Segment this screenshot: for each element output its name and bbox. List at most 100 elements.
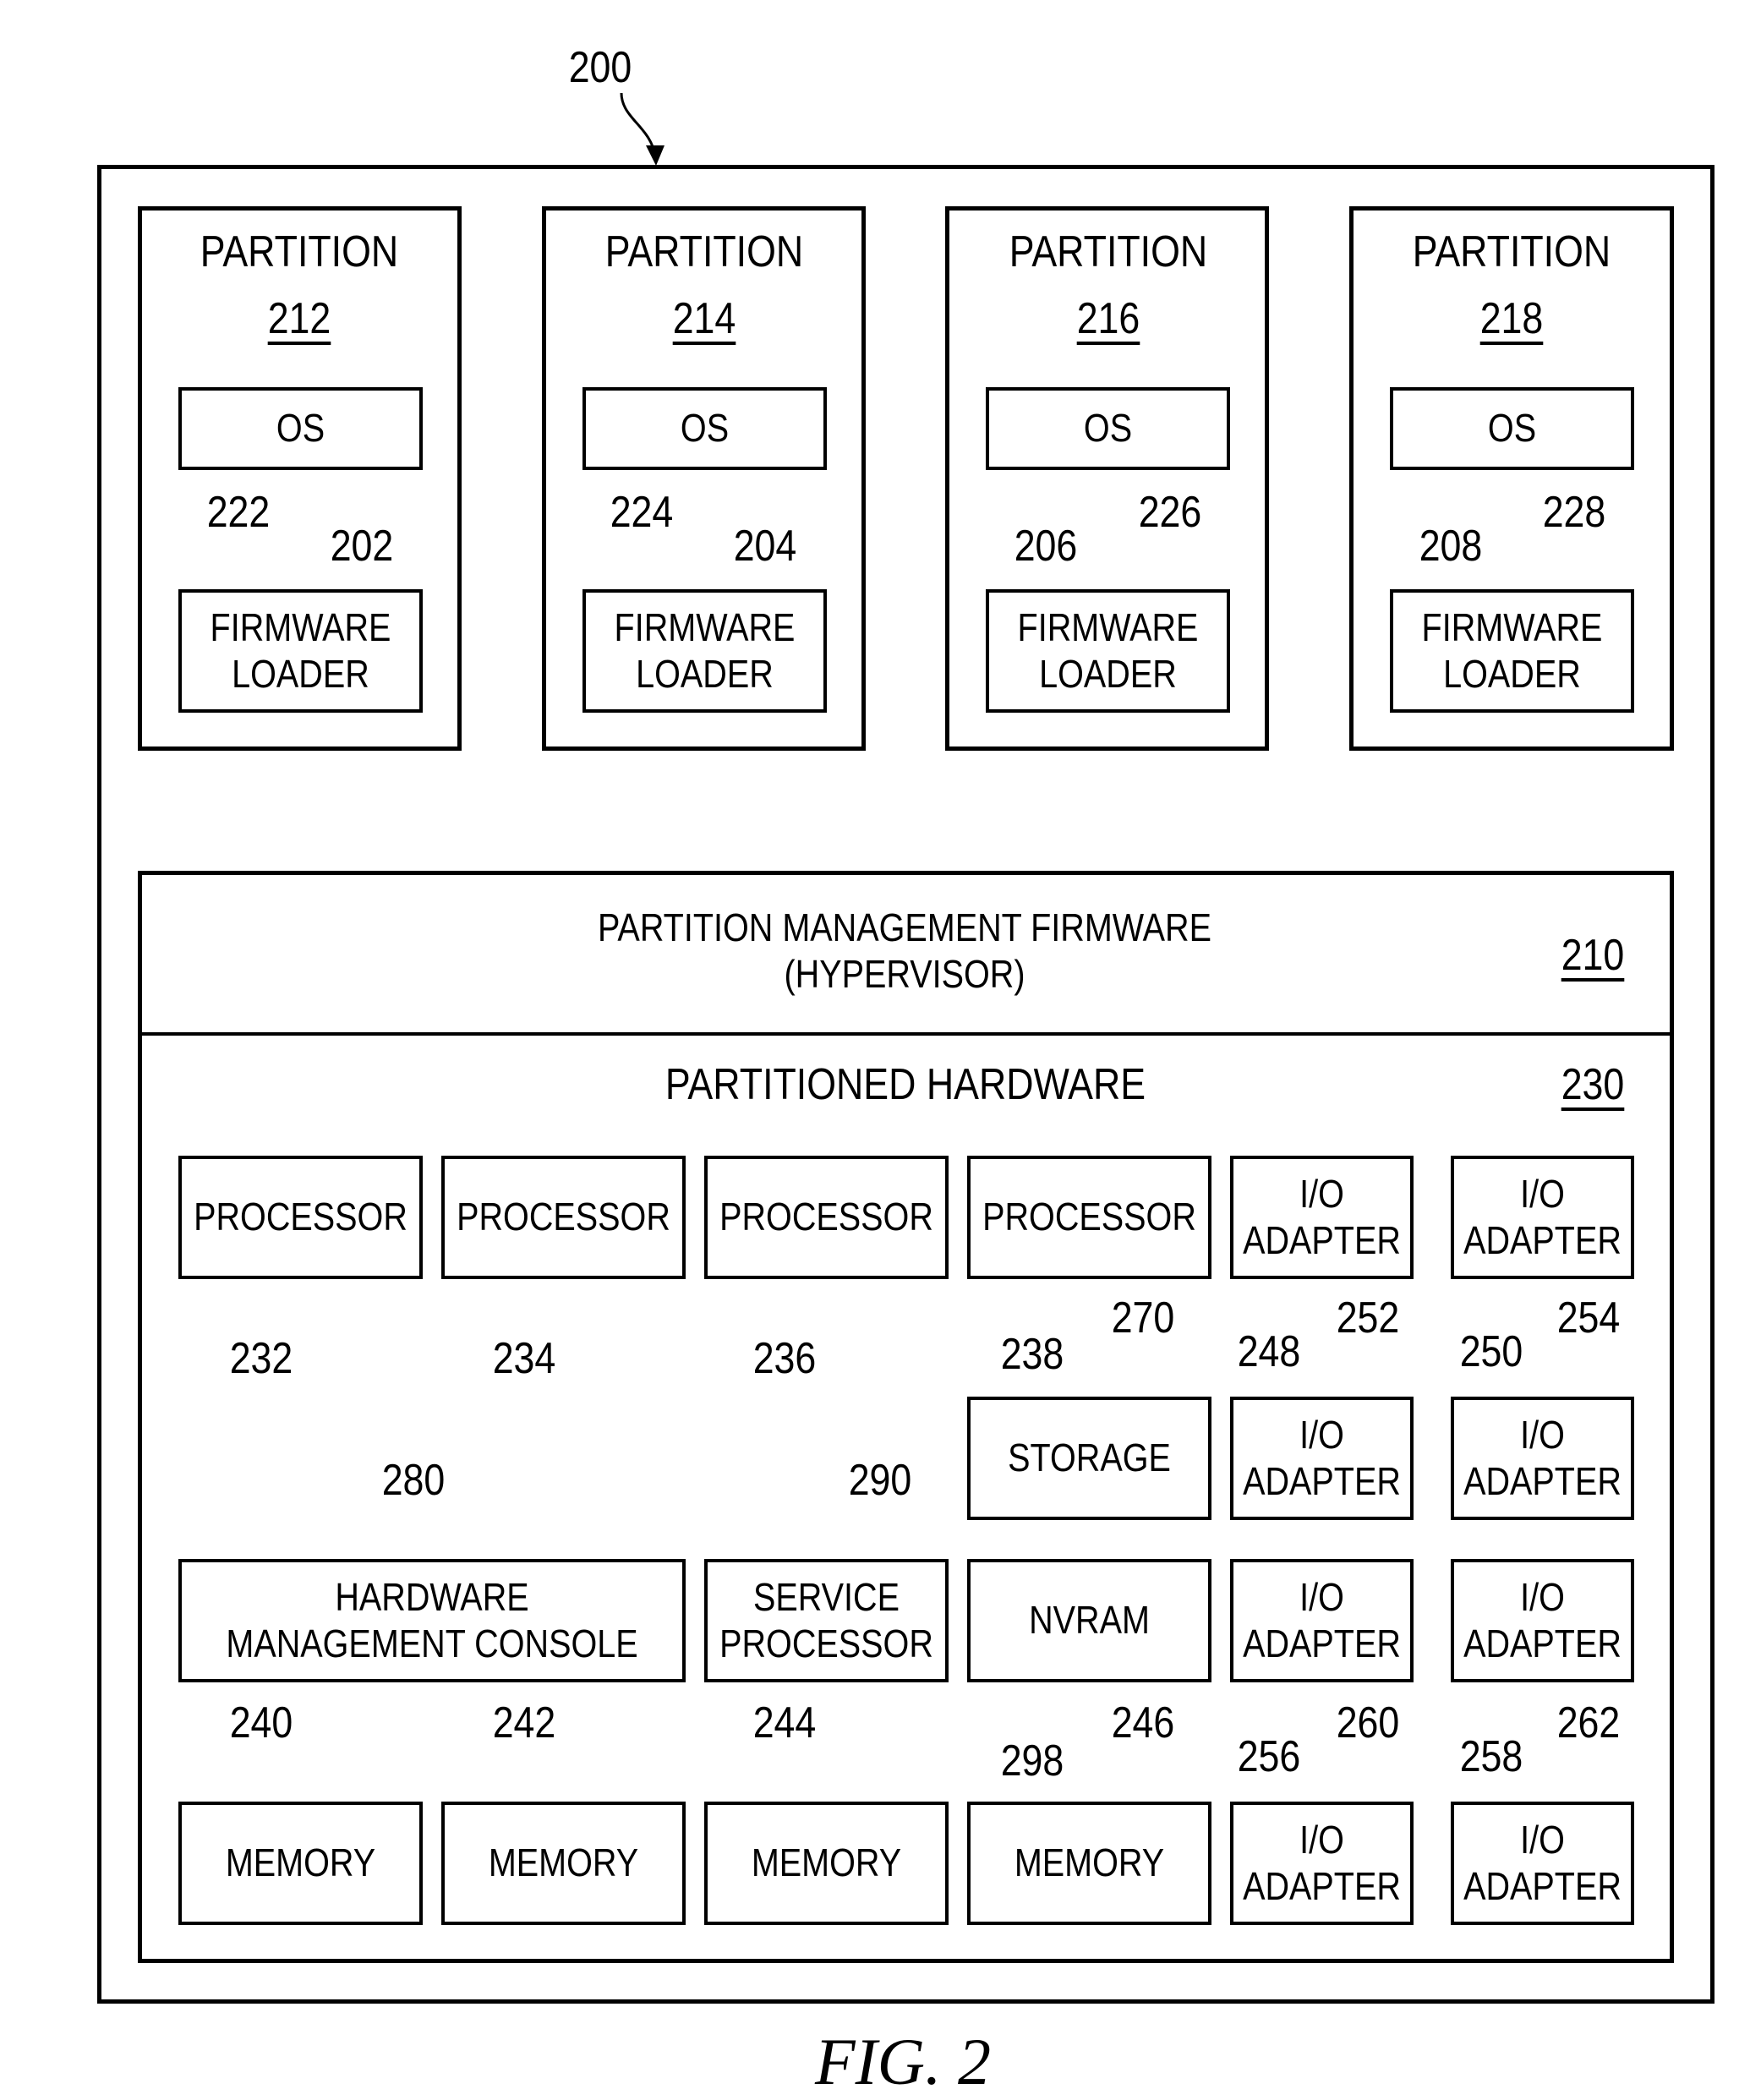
- nvram-label: NVRAM: [1029, 1598, 1150, 1643]
- partition-number: 218: [1479, 294, 1544, 343]
- io-adapter-box: I/O ADAPTER: [1230, 1559, 1414, 1682]
- memory-label: MEMORY: [225, 1840, 376, 1885]
- ref-250: 250: [1459, 1327, 1523, 1376]
- memory-box: MEMORY: [704, 1802, 949, 1925]
- firmware-loader-label: FIRMWARE LOADER: [1017, 604, 1199, 696]
- io-adapter-box: I/O ADAPTER: [1451, 1156, 1634, 1279]
- os-box: OS: [178, 387, 423, 470]
- storage-label: STORAGE: [1008, 1436, 1171, 1480]
- ref-226: 226: [1138, 488, 1202, 537]
- storage-box: STORAGE: [967, 1397, 1211, 1520]
- service-processor-box: SERVICE PROCESSOR: [704, 1559, 949, 1682]
- hardware-ref: 230: [1561, 1060, 1625, 1109]
- partition-title: PARTITION: [604, 227, 804, 276]
- memory-box: MEMORY: [178, 1802, 423, 1925]
- ref-222: 222: [206, 488, 271, 537]
- figure-caption: FIG. 2: [815, 2025, 991, 2098]
- io-adapter-label: I/O ADAPTER: [1463, 1412, 1622, 1503]
- figure-ref-200: 200: [568, 43, 632, 92]
- ref-290: 290: [848, 1456, 912, 1505]
- partition-number: 214: [672, 294, 736, 343]
- ref-238: 238: [1000, 1330, 1064, 1379]
- hardware-management-console-box: HARDWARE MANAGEMENT CONSOLE: [178, 1559, 686, 1682]
- firmware-loader-label: FIRMWARE LOADER: [1421, 604, 1603, 696]
- io-adapter-label: I/O ADAPTER: [1243, 1171, 1401, 1262]
- os-label: OS: [1487, 406, 1537, 451]
- processor-box: PROCESSOR: [178, 1156, 423, 1279]
- ref-256: 256: [1237, 1732, 1301, 1781]
- processor-label: PROCESSOR: [457, 1195, 670, 1239]
- ref-298: 298: [1000, 1736, 1064, 1786]
- partition-number: 216: [1076, 294, 1140, 343]
- hypervisor-divider: [138, 1032, 1674, 1036]
- io-adapter-label: I/O ADAPTER: [1243, 1412, 1401, 1503]
- io-adapter-label: I/O ADAPTER: [1463, 1574, 1622, 1665]
- io-adapter-label: I/O ADAPTER: [1243, 1817, 1401, 1908]
- partition-number: 212: [267, 294, 331, 343]
- ref-280: 280: [381, 1456, 446, 1505]
- processor-box: PROCESSOR: [441, 1156, 686, 1279]
- memory-label: MEMORY: [751, 1840, 902, 1885]
- ref-240: 240: [229, 1698, 293, 1747]
- firmware-loader-box: FIRMWARE LOADER: [582, 589, 827, 713]
- memory-box: MEMORY: [441, 1802, 686, 1925]
- ref-270: 270: [1111, 1293, 1175, 1343]
- partition-title: PARTITION: [1009, 227, 1208, 276]
- ref-252: 252: [1336, 1293, 1400, 1343]
- os-label: OS: [680, 406, 730, 451]
- ref-202: 202: [330, 522, 394, 571]
- firmware-loader-label: FIRMWARE LOADER: [210, 604, 391, 696]
- firmware-loader-box: FIRMWARE LOADER: [178, 589, 423, 713]
- os-box: OS: [1390, 387, 1634, 470]
- io-adapter-box: I/O ADAPTER: [1451, 1802, 1634, 1925]
- hardware-title: PARTITIONED HARDWARE: [664, 1060, 1146, 1109]
- io-adapter-box: I/O ADAPTER: [1451, 1397, 1634, 1520]
- ref-236: 236: [752, 1334, 817, 1383]
- ref-262: 262: [1556, 1698, 1621, 1747]
- processor-label: PROCESSOR: [982, 1195, 1196, 1239]
- ref-224: 224: [610, 488, 674, 537]
- io-adapter-box: I/O ADAPTER: [1451, 1559, 1634, 1682]
- processor-label: PROCESSOR: [719, 1195, 933, 1239]
- arrowhead-200: [646, 145, 664, 166]
- firmware-loader-box: FIRMWARE LOADER: [1390, 589, 1634, 713]
- memory-label: MEMORY: [488, 1840, 639, 1885]
- io-adapter-box: I/O ADAPTER: [1230, 1156, 1414, 1279]
- firmware-loader-label: FIRMWARE LOADER: [614, 604, 796, 696]
- ref-244: 244: [752, 1698, 817, 1747]
- ref-242: 242: [492, 1698, 556, 1747]
- os-label: OS: [276, 406, 325, 451]
- ref-248: 248: [1237, 1327, 1301, 1376]
- ref-234: 234: [492, 1334, 556, 1383]
- os-box: OS: [582, 387, 827, 470]
- ref-228: 228: [1542, 488, 1606, 537]
- firmware-loader-box: FIRMWARE LOADER: [986, 589, 1230, 713]
- io-adapter-label: I/O ADAPTER: [1463, 1817, 1622, 1908]
- os-box: OS: [986, 387, 1230, 470]
- ref-254: 254: [1556, 1293, 1621, 1343]
- processor-box: PROCESSOR: [967, 1156, 1211, 1279]
- io-adapter-label: I/O ADAPTER: [1463, 1171, 1622, 1262]
- nvram-box: NVRAM: [967, 1559, 1211, 1682]
- ref-258: 258: [1459, 1732, 1523, 1781]
- io-adapter-label: I/O ADAPTER: [1243, 1574, 1401, 1665]
- os-label: OS: [1083, 406, 1133, 451]
- memory-label: MEMORY: [1014, 1840, 1165, 1885]
- hmc-label: HARDWARE MANAGEMENT CONSOLE: [226, 1574, 638, 1665]
- ref-204: 204: [733, 522, 797, 571]
- service-processor-label: SERVICE PROCESSOR: [719, 1574, 933, 1665]
- ref-208: 208: [1419, 522, 1483, 571]
- ref-232: 232: [229, 1334, 293, 1383]
- io-adapter-box: I/O ADAPTER: [1230, 1802, 1414, 1925]
- ref-206: 206: [1014, 522, 1078, 571]
- ref-246: 246: [1111, 1698, 1175, 1747]
- processor-label: PROCESSOR: [194, 1195, 407, 1239]
- partition-title: PARTITION: [1412, 227, 1611, 276]
- memory-box: MEMORY: [967, 1802, 1211, 1925]
- partition-title: PARTITION: [200, 227, 399, 276]
- io-adapter-box: I/O ADAPTER: [1230, 1397, 1414, 1520]
- processor-box: PROCESSOR: [704, 1156, 949, 1279]
- hypervisor-ref: 210: [1561, 931, 1625, 980]
- ref-260: 260: [1336, 1698, 1400, 1747]
- hypervisor-title: PARTITION MANAGEMENT FIRMWARE (HYPERVISO…: [597, 905, 1212, 996]
